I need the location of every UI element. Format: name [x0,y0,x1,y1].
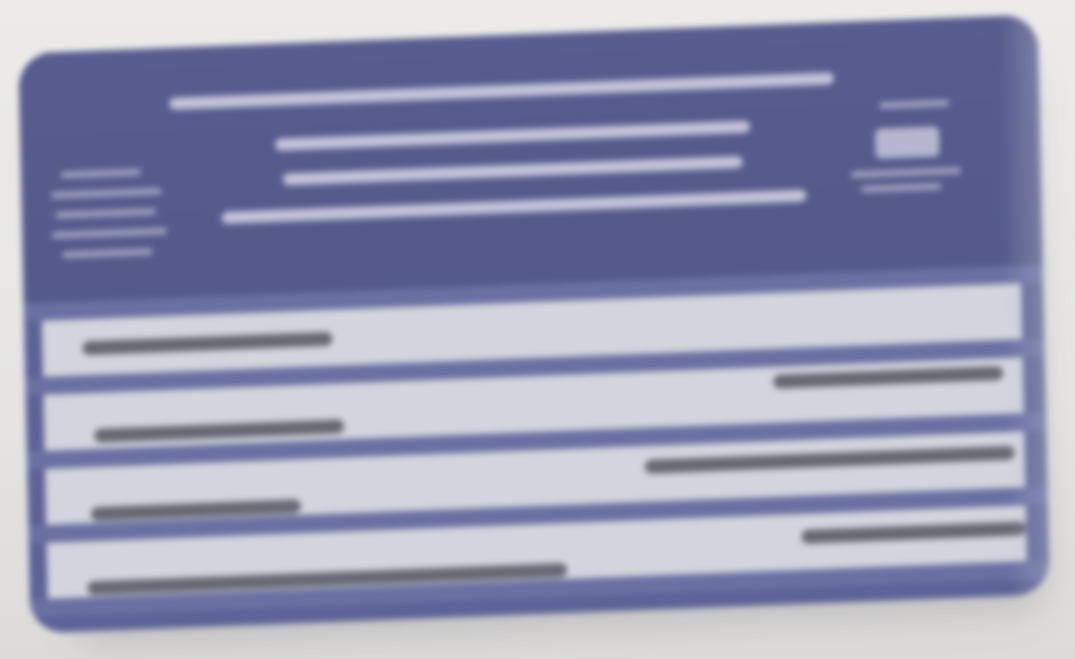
field-value [773,366,1004,389]
field-value [644,445,1015,474]
right-emblem-line [861,183,942,193]
left-emblem-line [52,228,168,239]
field-label [82,331,333,356]
blurred-card [18,14,1050,634]
card-header [18,14,1043,304]
photo-scene [0,0,1075,659]
left-emblem-line [62,248,153,259]
left-emblem-line [60,168,141,179]
left-emblem-line [55,208,156,219]
right-emblem-line [879,99,950,109]
left-emblem-line [51,188,162,199]
right-emblem [874,126,940,159]
header-text-line [221,189,807,224]
field-value [801,521,1027,544]
header-text-line [275,120,751,151]
header-text-line [169,72,834,110]
header-text-line [282,155,743,186]
field-label [94,419,345,443]
right-emblem-line [850,167,961,178]
